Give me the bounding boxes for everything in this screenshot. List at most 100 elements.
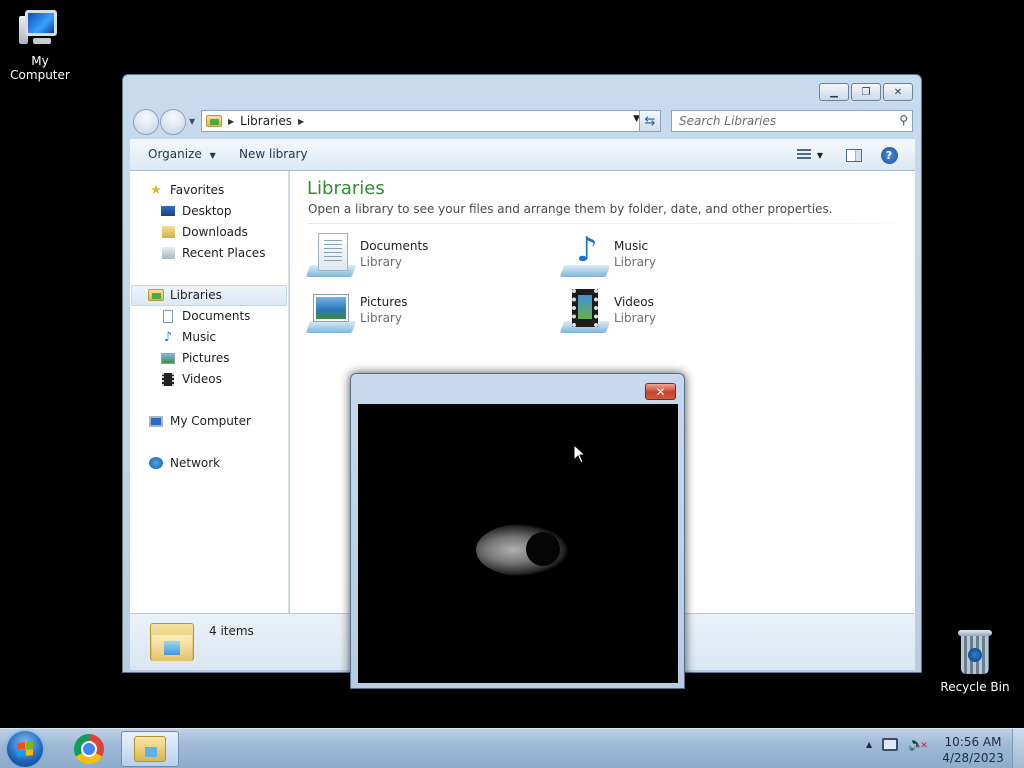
nav-pictures[interactable]: Pictures bbox=[160, 348, 230, 368]
navigation-pane: ★ Favorites Desktop Downloads Recent Pla… bbox=[130, 171, 289, 613]
nav-documents[interactable]: Documents bbox=[160, 306, 250, 326]
chevron-down-icon: ▼ bbox=[209, 151, 216, 160]
help-button[interactable]: ? bbox=[878, 145, 900, 165]
nav-downloads[interactable]: Downloads bbox=[160, 222, 248, 242]
preview-pane-icon bbox=[846, 148, 862, 162]
nav-desktop[interactable]: Desktop bbox=[160, 201, 232, 221]
libraries-folder-icon bbox=[150, 621, 194, 663]
nav-label: Documents bbox=[182, 309, 251, 323]
command-bar: Organize ▼ New library ▼ ? bbox=[130, 139, 915, 171]
nav-network[interactable]: Network bbox=[148, 453, 220, 473]
library-item-music[interactable]: ♪ Music Library bbox=[559, 231, 782, 279]
clock-date: 4/28/2023 bbox=[942, 751, 1004, 765]
organize-button[interactable]: Organize ▼ bbox=[148, 147, 216, 161]
item-count: 4 items bbox=[209, 624, 254, 638]
chrome-icon bbox=[74, 734, 104, 764]
taskbar-chrome[interactable] bbox=[60, 731, 118, 767]
mouse-cursor-icon bbox=[573, 444, 587, 464]
nav-music[interactable]: ♪ Music bbox=[160, 327, 216, 347]
refresh-button[interactable]: ⇆ bbox=[639, 110, 661, 132]
breadcrumb-libraries[interactable]: Libraries bbox=[240, 114, 292, 128]
desktop-my-computer[interactable]: My Computer bbox=[0, 8, 80, 82]
minimize-icon: ▁ bbox=[830, 86, 838, 98]
volume-muted-icon[interactable]: 🔈✕ bbox=[908, 737, 928, 752]
search-icon[interactable]: ⚲ bbox=[899, 113, 908, 127]
libraries-icon bbox=[206, 115, 222, 127]
caption-buttons: ▁ ❐ ✕ bbox=[819, 83, 913, 101]
nav-my-computer[interactable]: My Computer bbox=[148, 411, 251, 431]
downloads-icon bbox=[160, 225, 176, 239]
nav-favorites[interactable]: ★ Favorites bbox=[148, 180, 224, 200]
library-item-videos[interactable]: Videos Library bbox=[559, 287, 782, 335]
address-row: ▼ ▶ Libraries ▶ ▼ ⇆ Search Libraries ⚲ bbox=[131, 108, 915, 135]
documents-icon bbox=[160, 309, 176, 323]
close-button[interactable]: ✕ bbox=[883, 83, 913, 101]
back-button[interactable] bbox=[133, 109, 159, 135]
nav-videos[interactable]: Videos bbox=[160, 369, 222, 389]
start-button[interactable] bbox=[7, 731, 43, 767]
change-view-button[interactable]: ▼ bbox=[790, 145, 830, 165]
system-tray: ▲ 🔈✕ bbox=[866, 737, 928, 752]
nav-label: Desktop bbox=[182, 204, 232, 218]
nav-label: Videos bbox=[182, 372, 222, 386]
show-hidden-icons-button[interactable]: ▲ bbox=[866, 740, 872, 749]
taskbar-explorer[interactable] bbox=[121, 731, 179, 767]
search-placeholder: Search Libraries bbox=[679, 114, 777, 128]
star-icon: ★ bbox=[150, 182, 162, 198]
forward-button[interactable] bbox=[160, 109, 186, 135]
library-type: Library bbox=[360, 255, 402, 269]
nav-label: Recent Places bbox=[182, 246, 266, 260]
taskbar: ▲ 🔈✕ 10:56 AM 4/28/2023 bbox=[0, 728, 1024, 768]
nav-label: Libraries bbox=[170, 288, 222, 302]
computer-icon bbox=[148, 414, 164, 428]
video-frame[interactable] bbox=[358, 404, 678, 683]
minimize-button[interactable]: ▁ bbox=[819, 83, 849, 101]
recent-pages-dropdown[interactable]: ▼ bbox=[189, 117, 195, 126]
organize-label: Organize bbox=[148, 147, 202, 161]
restore-icon: ❐ bbox=[861, 86, 871, 98]
new-library-button[interactable]: New library bbox=[239, 147, 308, 161]
divider bbox=[307, 223, 899, 224]
nav-libraries[interactable]: Libraries bbox=[148, 285, 222, 305]
show-desktop-button[interactable] bbox=[1012, 729, 1024, 768]
nav-label: Network bbox=[170, 456, 221, 470]
network-icon bbox=[148, 456, 164, 470]
desktop-icon-label: Recycle Bin bbox=[940, 680, 1010, 694]
desktop-icon bbox=[160, 204, 176, 218]
explorer-icon bbox=[134, 736, 166, 762]
music-icon: ♪ bbox=[163, 329, 173, 345]
desktop-recycle-bin[interactable]: Recycle Bin bbox=[935, 630, 1015, 694]
preview-pane-button[interactable] bbox=[842, 145, 866, 165]
taskbar-clock[interactable]: 10:56 AM 4/28/2023 bbox=[940, 734, 1006, 766]
library-item-pictures[interactable]: Pictures Library bbox=[305, 287, 528, 335]
chevron-right-icon[interactable]: ▶ bbox=[228, 117, 234, 126]
nav-label: Favorites bbox=[170, 183, 225, 197]
refresh-icon: ⇆ bbox=[644, 113, 656, 129]
chevron-right-icon[interactable]: ▶ bbox=[298, 117, 304, 126]
video-dialog[interactable]: ✕ bbox=[350, 373, 685, 689]
library-type: Library bbox=[614, 311, 656, 325]
pictures-icon bbox=[160, 351, 176, 365]
nav-recent-places[interactable]: Recent Places bbox=[160, 243, 265, 263]
library-name: Music bbox=[614, 239, 649, 253]
library-name: Pictures bbox=[360, 295, 408, 309]
address-bar[interactable]: ▶ Libraries ▶ ▼ bbox=[201, 110, 645, 132]
library-name: Documents bbox=[360, 239, 429, 253]
eye-pupil bbox=[526, 532, 560, 566]
dialog-close-button[interactable]: ✕ bbox=[645, 383, 676, 400]
recycle-bin-icon bbox=[958, 630, 992, 676]
desktop-icon-label: My Computer bbox=[10, 54, 70, 82]
close-icon: ✕ bbox=[655, 384, 666, 399]
music-library-icon: ♪ bbox=[559, 233, 611, 279]
videos-library-icon bbox=[559, 289, 611, 335]
search-input[interactable]: Search Libraries ⚲ bbox=[671, 110, 913, 132]
computer-icon bbox=[17, 8, 63, 50]
library-type: Library bbox=[360, 311, 402, 325]
library-item-documents[interactable]: Documents Library bbox=[305, 231, 528, 279]
windows-logo-icon bbox=[17, 741, 33, 757]
views-icon bbox=[796, 149, 811, 161]
maximize-button[interactable]: ❐ bbox=[851, 83, 881, 101]
nav-label: My Computer bbox=[170, 414, 251, 428]
chevron-down-icon: ▼ bbox=[816, 150, 824, 160]
network-tray-icon[interactable] bbox=[882, 738, 899, 751]
